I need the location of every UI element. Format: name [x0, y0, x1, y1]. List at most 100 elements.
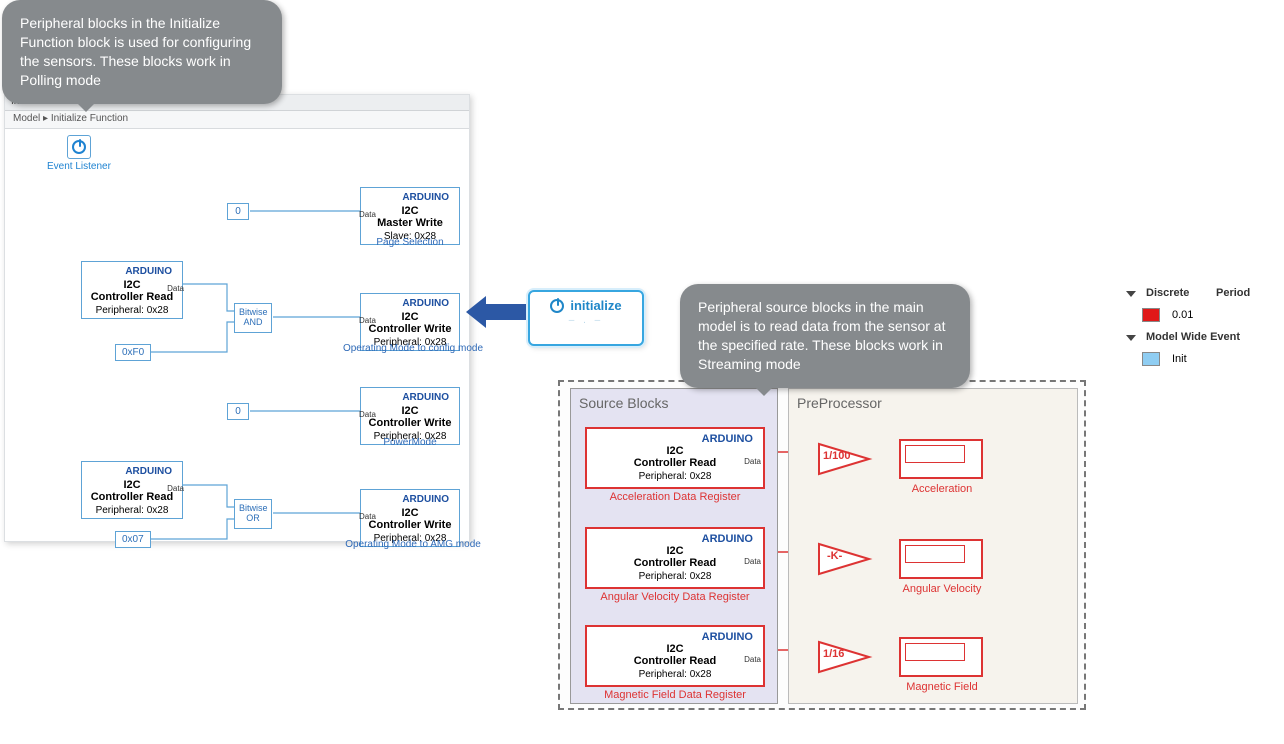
port-data-in: Data — [359, 410, 376, 419]
init-canvas[interactable]: Event Listener 0 ARDUINO I2C Master Writ… — [5, 129, 469, 541]
w-l1c: I2C — [367, 507, 453, 519]
i2c-controller-read-1[interactable]: ARDUINO I2C Controller Read Peripheral: … — [81, 261, 183, 319]
rr3-l3: Peripheral: 0x28 — [593, 669, 757, 680]
rr-l2: Controller Read — [593, 457, 757, 469]
label-power-mode: PowerMode — [340, 437, 480, 448]
i2c-read-accel[interactable]: ARDUINO I2C Controller Read Peripheral: … — [585, 427, 765, 489]
scope-accel[interactable] — [899, 439, 983, 479]
legend-header-discrete: Discrete — [1140, 285, 1210, 301]
r-l1: I2C — [88, 279, 176, 291]
gain-mag-value: 1/16 — [823, 648, 844, 660]
scope-mag[interactable] — [899, 637, 983, 677]
rr2-l1: I2C — [593, 545, 757, 557]
rr-l1: I2C — [593, 445, 757, 457]
gain-mag[interactable]: 1/16 — [819, 642, 869, 672]
w-l2c: Controller Write — [367, 519, 453, 531]
power-icon — [550, 299, 564, 313]
legend-swatch-event — [1142, 352, 1160, 366]
bitwise-or-block[interactable]: Bitwise OR — [234, 499, 272, 529]
vendor-label: ARDUINO — [593, 533, 757, 545]
r2-l1: I2C — [88, 479, 176, 491]
legend-value-event: Init — [1166, 351, 1193, 367]
and-l2: AND — [239, 318, 267, 328]
vendor-label: ARDUINO — [88, 466, 176, 477]
rr-l3: Peripheral: 0x28 — [593, 471, 757, 482]
initialize-label: initialize — [570, 298, 621, 313]
event-listener-block[interactable]: Event Listener — [47, 135, 111, 172]
w-l1b: I2C — [367, 405, 453, 417]
r2-l2: Controller Read — [88, 491, 176, 503]
source-blocks-subsystem[interactable]: Source Blocks ARDUINO I2C Controller Rea… — [570, 388, 778, 704]
gain-angvel-value: -K- — [827, 550, 842, 562]
power-icon — [72, 140, 86, 154]
constant-0xf0[interactable]: 0xF0 — [115, 344, 151, 361]
event-listener-label: Event Listener — [47, 161, 111, 172]
constant-0-top[interactable]: 0 — [227, 203, 249, 220]
r-l2: Controller Read — [88, 291, 176, 303]
label-page-selection: Page Selection — [340, 237, 480, 248]
mw-l1: I2C — [367, 205, 453, 217]
port-data-out: Data — [744, 655, 761, 664]
label-accel-reg: Acceleration Data Register — [585, 491, 765, 503]
mw-l2: Master Write — [367, 217, 453, 229]
port-data-out: Data — [744, 557, 761, 566]
label-cfg-mode: Operating Mode to config mode — [333, 343, 493, 354]
rr3-l1: I2C — [593, 643, 757, 655]
port-data-in: Data — [359, 316, 376, 325]
vendor-label: ARDUINO — [367, 392, 453, 403]
w-l2: Controller Write — [367, 323, 453, 335]
vendor-label: ARDUINO — [593, 631, 757, 643]
r-l3: Peripheral: 0x28 — [88, 305, 176, 316]
port-data-out: Data — [744, 457, 761, 466]
port-data-out: Data — [167, 284, 184, 293]
initialize-function-panel: Initialize Function Model ▸ Initialize F… — [4, 94, 470, 542]
source-blocks-title: Source Blocks — [571, 389, 777, 413]
label-scope-mag: Magnetic Field — [887, 681, 997, 693]
label-mag-reg: Magnetic Field Data Register — [585, 689, 765, 701]
preprocessor-subsystem[interactable]: PreProcessor 1/100 Acceleration -K- Angu… — [788, 388, 1078, 704]
callout-init-function: Peripheral blocks in the Initialize Func… — [2, 0, 282, 104]
rr3-l2: Controller Read — [593, 655, 757, 667]
i2c-controller-read-2[interactable]: ARDUINO I2C Controller Read Peripheral: … — [81, 461, 183, 519]
chevron-down-icon[interactable] — [1126, 335, 1136, 341]
gain-accel-value: 1/100 — [823, 450, 851, 462]
legend-header-event: Model Wide Event — [1140, 329, 1246, 345]
vendor-label: ARDUINO — [367, 192, 453, 203]
label-angvel-reg: Angular Velocity Data Register — [585, 591, 765, 603]
constant-0x07[interactable]: 0x07 — [115, 531, 151, 548]
port-data-out: Data — [167, 484, 184, 493]
vendor-label: ARDUINO — [367, 298, 453, 309]
bitwise-and-block[interactable]: Bitwise AND — [234, 303, 272, 333]
port-data-in: Data — [359, 512, 376, 521]
legend-swatch-discrete — [1142, 308, 1160, 322]
label-scope-angvel: Angular Velocity — [887, 583, 997, 595]
chevron-down-icon[interactable] — [1126, 291, 1136, 297]
gain-accel[interactable]: 1/100 — [819, 444, 869, 474]
constant-0-mid[interactable]: 0 — [227, 403, 249, 420]
vendor-label: ARDUINO — [593, 433, 757, 445]
rr2-l3: Peripheral: 0x28 — [593, 571, 757, 582]
legend-value-period: 0.01 — [1166, 307, 1199, 323]
vendor-label: ARDUINO — [88, 266, 176, 277]
legend-header-period: Period — [1210, 285, 1256, 301]
i2c-read-angvel[interactable]: ARDUINO I2C Controller Read Peripheral: … — [585, 527, 765, 589]
preprocessor-title: PreProcessor — [789, 389, 1077, 413]
callout-main-model: Peripheral source blocks in the main mod… — [680, 284, 970, 388]
init-block-decoration: – . – — [530, 315, 642, 326]
w-l2b: Controller Write — [367, 417, 453, 429]
scope-angvel[interactable] — [899, 539, 983, 579]
gain-angvel[interactable]: -K- — [819, 544, 869, 574]
label-amg-mode: Operating Mode to AMG mode — [333, 539, 493, 550]
arrow-annotation — [466, 296, 532, 328]
label-scope-accel: Acceleration — [887, 483, 997, 495]
sample-time-legend[interactable]: Discrete Period 0.01 Model Wide Event In… — [1120, 282, 1282, 370]
vendor-label: ARDUINO — [367, 494, 453, 505]
breadcrumb-root[interactable]: Model — [13, 113, 40, 124]
rr2-l2: Controller Read — [593, 557, 757, 569]
main-model-panel[interactable]: Source Blocks ARDUINO I2C Controller Rea… — [558, 380, 1086, 710]
or-l2: OR — [239, 514, 267, 524]
port-data-in: Data — [359, 210, 376, 219]
initialize-function-block[interactable]: initialize – . – — [528, 290, 644, 346]
i2c-read-mag[interactable]: ARDUINO I2C Controller Read Peripheral: … — [585, 625, 765, 687]
w-l1: I2C — [367, 311, 453, 323]
